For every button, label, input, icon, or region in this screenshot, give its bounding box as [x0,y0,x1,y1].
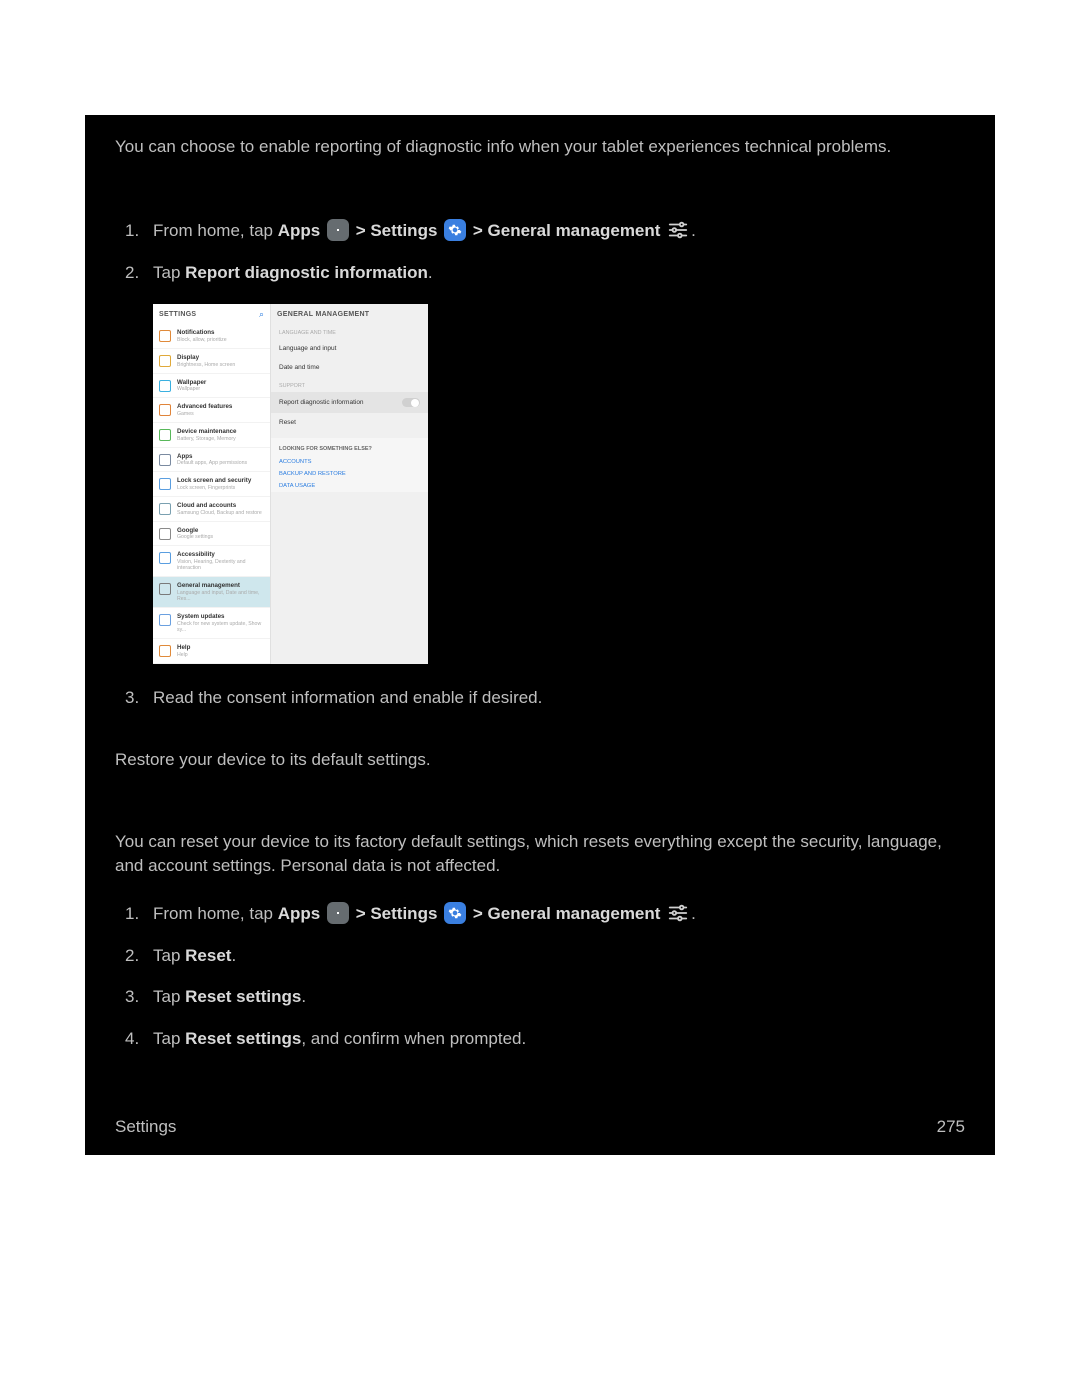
steps-list-1: From home, tap Apps > Settings > General… [115,219,965,285]
step-1: From home, tap Apps > Settings > General… [153,219,965,243]
toggle-switch[interactable] [402,398,420,407]
step-2: Tap Report diagnostic information. [153,261,965,285]
footer-section: Settings [115,1117,176,1137]
link[interactable]: DATA USAGE [271,480,428,492]
menu-item[interactable]: Language and input [271,339,428,358]
step-b2: Tap Reset. [153,944,965,968]
sidebar-item[interactable]: Lock screen and securityLock screen, Fin… [153,471,270,496]
menu-item-report[interactable]: Report diagnostic information [271,392,428,413]
sidebar-header: SETTINGS ⌕ [153,304,270,324]
reset-desc: Restore your device to its default setti… [115,750,965,770]
sidebar-item[interactable]: DisplayBrightness, Home screen [153,348,270,373]
settings-icon [444,902,466,924]
link[interactable]: BACKUP AND RESTORE [271,468,428,480]
menu-item[interactable]: Reset [271,413,428,432]
search-icon[interactable]: ⌕ [259,309,264,320]
content-block: You can choose to enable reporting of di… [85,115,995,1155]
steps-list-2: From home, tap Apps > Settings > General… [115,902,965,1051]
screenshot-main: GENERAL MANAGEMENT LANGUAGE AND TIME Lan… [271,304,428,664]
step-3: Read the consent information and enable … [153,686,965,710]
screenshot-sidebar: SETTINGS ⌕ NotificationsBlock, allow, pr… [153,304,271,664]
footer: Settings 275 [115,1117,965,1137]
page-number: 275 [937,1117,965,1137]
step-b1: From home, tap Apps > Settings > General… [153,902,965,926]
sidebar-item[interactable]: HelpHelp [153,638,270,663]
sidebar-item-selected[interactable]: General managementLanguage and input, Da… [153,576,270,607]
general-management-icon [667,902,689,924]
settings-screenshot: SETTINGS ⌕ NotificationsBlock, allow, pr… [153,304,428,664]
sidebar-item[interactable]: System updatesCheck for new system updat… [153,607,270,638]
section-intro: You can choose to enable reporting of di… [115,135,965,159]
sidebar-item[interactable]: GoogleGoogle settings [153,521,270,546]
sidebar-item[interactable]: AppsDefault apps, App permissions [153,447,270,472]
apps-icon [327,902,349,924]
sidebar-list: NotificationsBlock, allow, prioritize Di… [153,324,270,664]
page: You can choose to enable reporting of di… [0,0,1080,1397]
sidebar-item[interactable]: WallpaperWallpaper [153,373,270,398]
step-b4: Tap Reset settings, and confirm when pro… [153,1027,965,1051]
link[interactable]: ACCOUNTS [271,456,428,468]
reset-para: You can reset your device to its factory… [115,830,965,878]
general-management-icon [667,219,689,241]
sidebar-item[interactable]: NotificationsBlock, allow, prioritize [153,324,270,348]
main-header: GENERAL MANAGEMENT [271,304,428,324]
steps-list-1b: Read the consent information and enable … [115,686,965,710]
sidebar-item[interactable]: AccessibilityVision, Hearing, Dexterity … [153,545,270,576]
settings-icon [444,219,466,241]
sidebar-item[interactable]: About tablet [153,663,270,665]
sidebar-item[interactable]: Advanced featuresGames [153,397,270,422]
apps-icon [327,219,349,241]
sidebar-item[interactable]: Device maintenanceBattery, Storage, Memo… [153,422,270,447]
sidebar-item[interactable]: Cloud and accountsSamsung Cloud, Backup … [153,496,270,521]
step-b3: Tap Reset settings. [153,985,965,1009]
menu-item[interactable]: Date and time [271,358,428,377]
